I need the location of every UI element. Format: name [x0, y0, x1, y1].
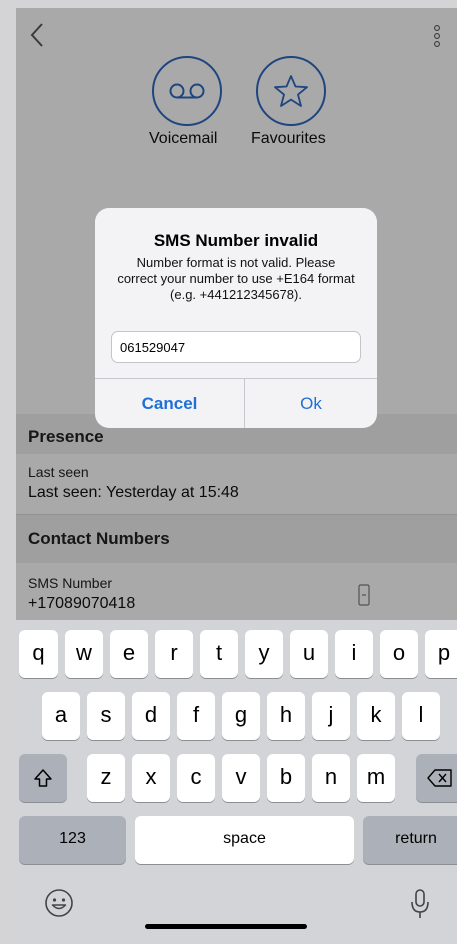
key-u[interactable]: u	[290, 630, 328, 678]
key-z[interactable]: z	[87, 754, 125, 802]
shift-icon	[34, 769, 52, 787]
backspace-icon	[427, 769, 452, 787]
dictation-button[interactable]	[409, 888, 433, 922]
alert-message: Number format is not valid. Please corre…	[117, 255, 355, 302]
key-h[interactable]: h	[267, 692, 305, 740]
space-key[interactable]: space	[135, 816, 354, 864]
key-a[interactable]: a	[42, 692, 80, 740]
key-w[interactable]: w	[65, 630, 103, 678]
sms-number-invalid-alert: SMS Number invalid Number format is not …	[95, 208, 377, 428]
key-g[interactable]: g	[222, 692, 260, 740]
ok-button[interactable]: Ok	[245, 379, 377, 428]
key-m[interactable]: m	[357, 754, 395, 802]
key-t[interactable]: t	[200, 630, 238, 678]
key-r[interactable]: r	[155, 630, 193, 678]
key-b[interactable]: b	[267, 754, 305, 802]
alert-title: SMS Number invalid	[153, 231, 319, 250]
key-e[interactable]: e	[110, 630, 148, 678]
key-o[interactable]: o	[380, 630, 418, 678]
numbers-key[interactable]: 123	[19, 816, 126, 864]
key-l[interactable]: l	[402, 692, 440, 740]
key-q[interactable]: q	[19, 630, 58, 678]
key-k[interactable]: k	[357, 692, 395, 740]
return-key[interactable]: return	[363, 816, 457, 864]
emoji-button[interactable]	[44, 888, 76, 920]
key-v[interactable]: v	[222, 754, 260, 802]
key-d[interactable]: d	[132, 692, 170, 740]
key-c[interactable]: c	[177, 754, 215, 802]
delete-key[interactable]	[416, 754, 457, 802]
key-s[interactable]: s	[87, 692, 125, 740]
contact-detail-screen: Voicemail Favourites Presence Last seen …	[16, 8, 457, 944]
microphone-icon	[411, 889, 429, 918]
key-y[interactable]: y	[245, 630, 283, 678]
cancel-button[interactable]: Cancel	[95, 379, 244, 428]
key-x[interactable]: x	[132, 754, 170, 802]
keyboard: q w e r t y u i o p a s d f g h j k l z …	[16, 620, 457, 944]
key-f[interactable]: f	[177, 692, 215, 740]
key-p[interactable]: p	[425, 630, 457, 678]
key-n[interactable]: n	[312, 754, 350, 802]
sms-number-input[interactable]	[111, 331, 361, 363]
key-j[interactable]: j	[312, 692, 350, 740]
key-i[interactable]: i	[335, 630, 373, 678]
emoji-icon	[45, 889, 73, 917]
home-indicator[interactable]	[145, 924, 307, 929]
shift-key[interactable]	[19, 754, 67, 802]
